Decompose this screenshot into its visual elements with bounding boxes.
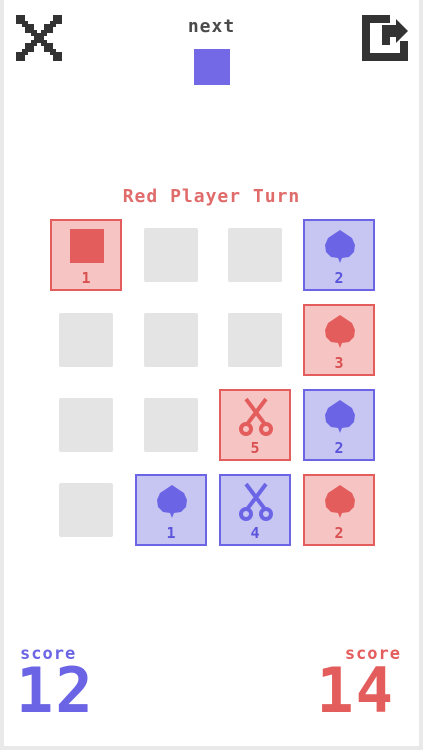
red-card[interactable]: 1 <box>50 219 122 291</box>
red-score-value: 14 <box>316 654 395 727</box>
blue-card[interactable]: 4 <box>219 474 291 546</box>
rock-icon <box>320 397 360 437</box>
card-value: 1 <box>81 269 91 287</box>
card-value: 2 <box>334 439 344 457</box>
empty-cell[interactable] <box>59 483 113 537</box>
game-screen: next Red Player Turn 12352142 score 12 s… <box>4 0 419 746</box>
empty-cell[interactable] <box>59 398 113 452</box>
rock-icon <box>152 482 192 522</box>
card-value: 4 <box>250 524 260 542</box>
empty-cell[interactable] <box>228 228 282 282</box>
square-icon <box>67 227 107 267</box>
red-card[interactable]: 3 <box>303 304 375 376</box>
rock-icon <box>320 227 360 267</box>
empty-cell[interactable] <box>144 398 198 452</box>
card-value: 2 <box>334 269 344 287</box>
empty-cell[interactable] <box>228 313 282 367</box>
blue-card[interactable]: 2 <box>303 389 375 461</box>
blue-score-value: 12 <box>16 654 95 727</box>
card-value: 3 <box>334 354 344 372</box>
card-value: 1 <box>166 524 176 542</box>
scissors-icon <box>236 482 276 522</box>
game-board: 12352142 <box>4 0 419 746</box>
empty-cell[interactable] <box>144 228 198 282</box>
empty-cell[interactable] <box>59 313 113 367</box>
rock-icon <box>320 312 360 352</box>
blue-card[interactable]: 2 <box>303 219 375 291</box>
red-card[interactable]: 2 <box>303 474 375 546</box>
empty-cell[interactable] <box>144 313 198 367</box>
blue-card[interactable]: 1 <box>135 474 207 546</box>
card-value: 2 <box>334 524 344 542</box>
scissors-icon <box>236 397 276 437</box>
card-value: 5 <box>250 439 260 457</box>
rock-icon <box>320 482 360 522</box>
red-card[interactable]: 5 <box>219 389 291 461</box>
